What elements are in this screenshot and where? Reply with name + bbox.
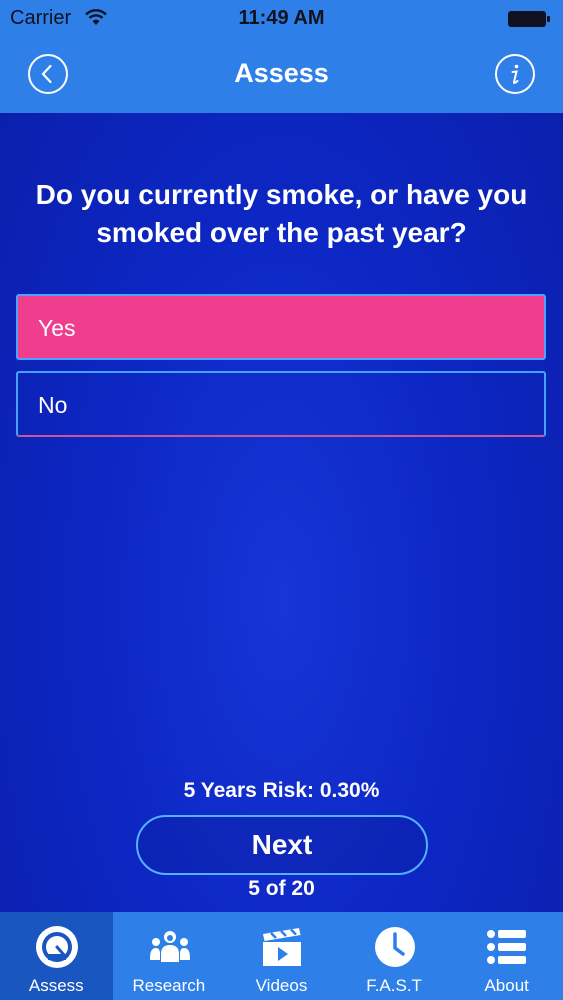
clapperboard-icon (263, 928, 302, 966)
list-icon (487, 930, 527, 964)
page-title: Assess (234, 58, 329, 88)
status-bar: Carrier 11:49 AM (0, 0, 563, 38)
battery-icon (507, 10, 551, 33)
answer-option-no[interactable]: No (16, 371, 546, 437)
clock-icon (374, 927, 415, 967)
answer-option-label: No (38, 392, 68, 418)
tab-label: Videos (255, 976, 308, 995)
tab-research[interactable]: Research (113, 912, 226, 1000)
risk-summary: 5 Years Risk: 0.30% (183, 779, 380, 802)
tab-label: F.A.S.T (366, 976, 422, 995)
tab-label: About (484, 976, 529, 995)
question-text: Do you currently smoke, or have you smok… (35, 179, 528, 248)
tab-bar: Assess Research Videos F.A.S.T About (0, 912, 563, 1000)
info-icon (511, 64, 519, 84)
answer-option-yes[interactable]: Yes (16, 294, 546, 360)
app-screen: Carrier 11:49 AM Assess Do you currently… (0, 0, 563, 1000)
tab-fast[interactable]: F.A.S.T (338, 912, 451, 1000)
tab-assess[interactable]: Assess (0, 912, 113, 1000)
gauge-icon (36, 926, 78, 968)
navigation-bar: Assess (0, 38, 563, 113)
tab-label: Research (132, 976, 206, 995)
status-time: 11:49 AM (238, 7, 325, 29)
info-button[interactable] (495, 54, 535, 94)
tab-about[interactable]: About (450, 912, 563, 1000)
question-progress: 5 of 20 (248, 877, 315, 900)
people-icon (149, 931, 190, 962)
answer-option-label: Yes (38, 315, 76, 341)
tab-videos[interactable]: Videos (225, 912, 338, 1000)
tab-label: Assess (28, 976, 84, 995)
next-button[interactable]: Next (136, 815, 428, 875)
